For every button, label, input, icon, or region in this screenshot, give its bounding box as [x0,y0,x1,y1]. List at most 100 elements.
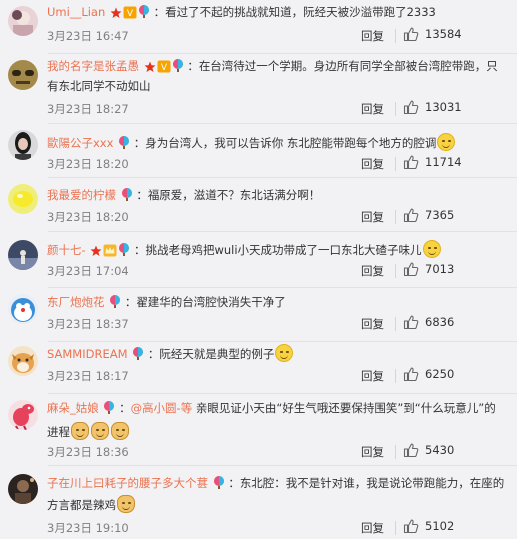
comment-item: 我最爱的柠檬 ：福原爱，滋道不？东北话满分啊！ 3月23日 18:20 回复 7… [0,178,517,232]
svg-text:V: V [161,63,168,73]
thumbs-up-icon [403,367,419,382]
like-button[interactable]: 7365 [403,207,454,223]
balloon-icon [110,295,121,308]
reply-button[interactable]: 回复 [361,316,384,332]
username-link[interactable]: 颜十七- [47,243,86,257]
reply-button[interactable]: 回复 [361,101,384,117]
comment-list: Umi__Lian V ：看过了不起的挑战就知道，阮经天被沙溢带跑了2333 3… [0,0,517,539]
like-count: 6836 [425,315,455,329]
balloon-icon [121,188,132,201]
comment-body: 身为台湾人，我可以告诉你 东北腔能带跑每个地方的腔调 [145,136,437,150]
timestamp: 3月23日 18:20 [47,157,129,171]
username-link[interactable]: 我最爱的柠檬 [47,188,116,202]
username-link[interactable]: SAMMIDREAM [47,347,128,361]
thumbs-up-icon [403,155,419,170]
star-icon [90,245,102,256]
smile-emoji-icon [275,344,294,362]
timestamp: 3月23日 18:36 [47,445,129,459]
divider [395,445,396,459]
like-count: 11714 [425,155,462,169]
divider [395,521,396,535]
like-count: 13031 [425,100,462,114]
star-icon [110,7,122,18]
comment-item: 我的名字是张孟愚 V ：在台湾待过一个学期。身边所有同学全部被台湾腔带跑，只有东… [0,54,517,124]
username-link[interactable]: 东厂炮炮花 [47,295,105,309]
reply-button[interactable]: 回复 [361,209,384,225]
username-link[interactable]: 歐陽公子xxx [47,136,113,150]
balloon-icon [172,59,183,72]
like-button[interactable]: 6836 [403,314,454,330]
comment-item: 子在川上曰耗子的腰子多大个葚 ：东北腔：我不是针对谁，我是说论带跑能力，在座的方… [0,466,517,539]
username-link[interactable]: 子在川上曰耗子的腰子多大个葚 [47,476,208,490]
reply-button[interactable]: 回复 [361,520,384,536]
comment-item: SAMMIDREAM ：阮经天就是典型的例子 3月23日 18:17 回复 62… [0,342,517,394]
like-count: 7365 [425,208,455,222]
comment-item: Umi__Lian V ：看过了不起的挑战就知道，阮经天被沙溢带跑了2333 3… [0,0,517,54]
svg-text:V: V [127,9,134,19]
like-button[interactable]: 5102 [403,518,454,534]
timestamp: 3月23日 19:10 [47,521,129,535]
like-count: 7013 [425,262,455,276]
comment-text: SAMMIDREAM ：阮经天就是典型的例子 [47,342,505,364]
comment-body: 阮经天就是典型的例子 [159,347,275,361]
like-button[interactable]: 7013 [403,261,454,277]
like-button[interactable]: 6250 [403,366,454,382]
comment-text: 麻朵_姑娘 ：@高小圆-等 亲眼见证小天由“好生气哦还要保持围笑”到“什么玩意儿… [47,401,496,440]
comment-text: 我的名字是张孟愚 V ：在台湾待过一个学期。身边所有同学全部被台湾腔带跑，只有东… [47,59,498,93]
smile-emoji-icon [437,133,456,151]
thumbs-up-icon [403,100,419,115]
balloon-icon [138,5,149,18]
avatar[interactable] [8,294,38,324]
comment-body: 翟建华的台湾腔快消失干净了 [136,295,286,309]
reply-button[interactable]: 回复 [361,263,384,279]
balloon-icon [213,476,224,489]
doge-emoji-icon [71,422,89,440]
like-button[interactable]: 5430 [403,442,454,458]
like-count: 13584 [425,27,462,41]
comment-text: 东厂炮炮花 ：翟建华的台湾腔快消失干净了 [47,295,286,309]
comment-item: 歐陽公子xxx ：身为台湾人，我可以告诉你 东北腔能带跑每个地方的腔调 3月23… [0,124,517,178]
avatar[interactable] [8,346,38,376]
like-button[interactable]: 13584 [403,26,462,42]
verified-badge-icon: V [123,6,137,19]
divider [395,210,396,224]
mention-link[interactable]: @高小圆-等 [131,401,193,415]
doge-emoji-icon [111,422,129,440]
reply-button[interactable]: 回复 [361,28,384,44]
username-link[interactable]: 我的名字是张孟愚 [47,59,139,73]
balloon-icon [119,243,130,256]
comment-body: 看过了不起的挑战就知道，阮经天被沙溢带跑了2333 [165,5,436,19]
avatar[interactable] [8,240,38,270]
timestamp: 3月23日 16:47 [47,29,129,43]
thumbs-up-icon [403,315,419,330]
comment-body: 挑战老母鸡把wuli小天成功带成了一口东北大碴子味儿 [145,243,422,257]
like-button[interactable]: 11714 [403,154,462,170]
comment-item: 颜十七- ：挑战老母鸡把wuli小天成功带成了一口东北大碴子味儿 3月23日 1… [0,232,517,288]
timestamp: 3月23日 18:20 [47,210,129,224]
divider [395,157,396,171]
avatar[interactable] [8,6,38,36]
doge-emoji-icon [117,495,135,513]
username-link[interactable]: 麻朵_姑娘 [47,401,99,415]
avatar[interactable] [8,184,38,214]
balloon-icon [119,136,130,149]
reply-button[interactable]: 回复 [361,368,384,384]
comment-body: 福原爱，滋道不？东北话满分啊！ [147,188,321,202]
like-count: 5430 [425,443,455,457]
avatar[interactable] [8,60,38,90]
like-button[interactable]: 13031 [403,99,462,115]
username-link[interactable]: Umi__Lian [47,5,105,19]
thumbs-up-icon [403,519,419,534]
comment-text: 我最爱的柠檬 ：福原爱，滋道不？东北话满分啊！ [47,188,321,202]
verified-badge-icon: V [157,60,171,73]
avatar[interactable] [8,474,38,504]
divider [395,29,396,43]
reply-button[interactable]: 回复 [361,156,384,172]
avatar[interactable] [8,130,38,160]
timestamp: 3月23日 17:04 [47,264,129,278]
avatar[interactable] [8,400,38,430]
comment-text: 子在川上曰耗子的腰子多大个葚 ：东北腔：我不是针对谁，我是说论带跑能力，在座的方… [47,476,505,513]
divider [395,264,396,278]
reply-button[interactable]: 回复 [361,444,384,460]
divider [395,102,396,116]
